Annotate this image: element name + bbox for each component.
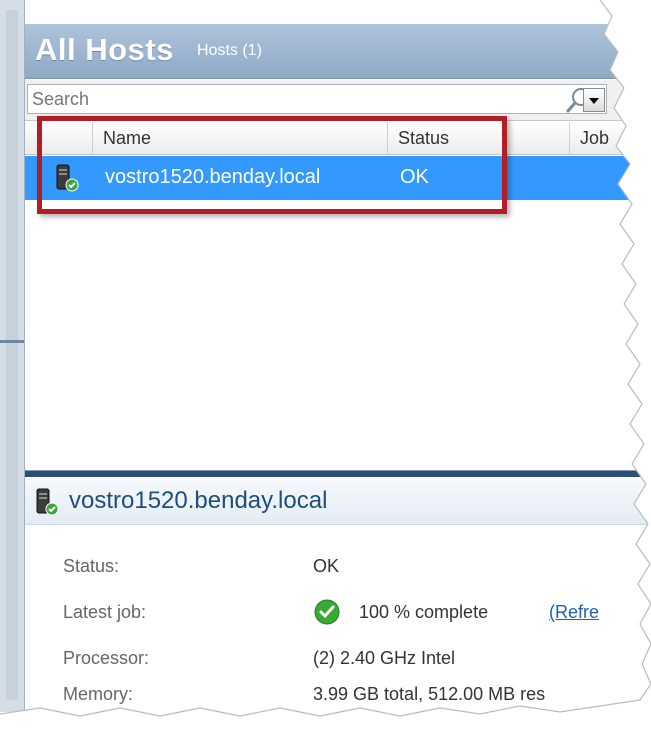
column-jobs[interactable]: Job [570, 122, 651, 154]
search-bar [25, 80, 651, 121]
detail-value: (2) 2.40 GHz Intel [313, 648, 456, 668]
server-ok-icon [36, 488, 59, 516]
detail-value: 100 % complete [359, 602, 489, 622]
check-circle-icon [314, 599, 340, 625]
details-host-name: vostro1520.benday.local [69, 487, 328, 514]
detail-latest-job: Latest job: 100 % complete (Refre [25, 599, 651, 632]
pane-splitter[interactable] [25, 470, 651, 477]
chevron-down-icon [589, 98, 599, 104]
detail-label: Memory: [63, 684, 134, 704]
detail-memory: Memory: 3.99 GB total, 512.00 MB res [25, 684, 651, 714]
navigation-pane-strip [0, 0, 25, 712]
panel-header: All Hosts Hosts (1) [25, 24, 651, 79]
all-hosts-panel: All Hosts Hosts (1) Name Status Job vost… [25, 0, 651, 712]
detail-label: Processor: [63, 648, 150, 668]
page-title: All Hosts [35, 32, 174, 67]
detail-label: Latest job: [63, 602, 147, 622]
search-options-dropdown[interactable] [583, 88, 605, 112]
refresh-link[interactable]: (Refre [549, 602, 599, 623]
details-header: vostro1520.benday.local [25, 478, 651, 525]
detail-status: Status: OK [25, 556, 651, 586]
detail-value: OK [313, 556, 340, 576]
hosts-count: Hosts (1) [197, 42, 262, 59]
nav-strip-divider [0, 340, 24, 343]
detail-label: Status: [63, 556, 120, 576]
detail-processor: Processor: (2) 2.40 GHz Intel [25, 648, 651, 678]
nav-strip-bar [6, 10, 18, 700]
detail-value: 3.99 GB total, 512.00 MB res [313, 684, 546, 704]
search-input[interactable] [27, 84, 607, 114]
highlight-annotation-box [37, 116, 507, 214]
